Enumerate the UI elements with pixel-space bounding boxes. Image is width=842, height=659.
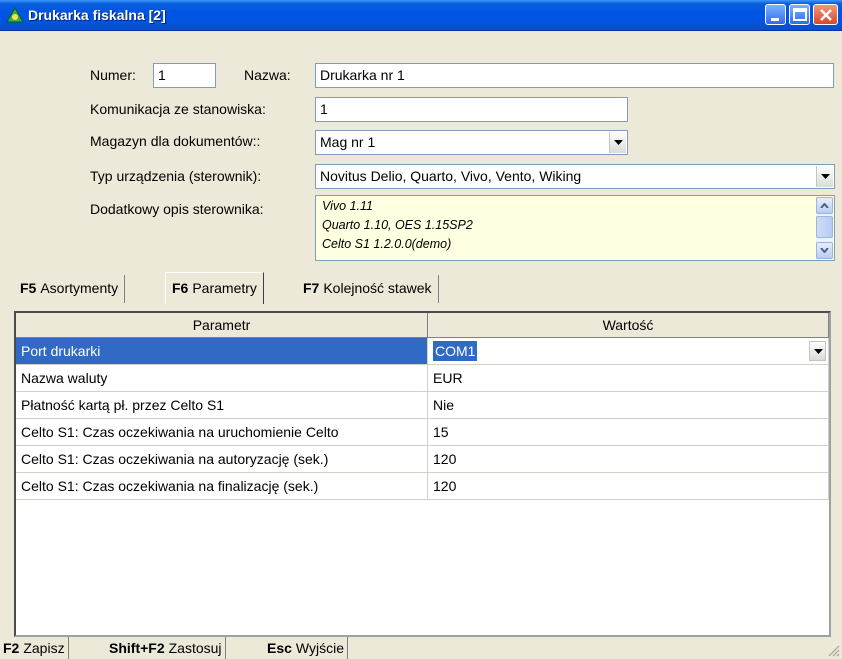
value-cell[interactable]: EUR: [428, 365, 829, 392]
tab-key: F6: [172, 280, 189, 296]
exit-button[interactable]: Esc Wyjście: [264, 637, 349, 659]
shortcut-key: Shift+F2: [109, 640, 165, 656]
value-cell[interactable]: 120: [428, 473, 829, 500]
minimize-button[interactable]: [765, 4, 786, 25]
shortcut-label: Zastosuj: [168, 640, 222, 656]
tab-kolejnosc-stawek[interactable]: F7 Kolejność stawek: [297, 275, 439, 303]
apply-button[interactable]: Shift+F2 Zastosuj: [106, 637, 226, 659]
value-cell[interactable]: 120: [428, 446, 829, 473]
shortcut-bar: F2 Zapisz Shift+F2 Zastosuj Esc Wyjście: [0, 637, 842, 659]
shortcut-key: F2: [3, 640, 20, 656]
scroll-thumb[interactable]: [816, 216, 833, 238]
scroll-down-button[interactable]: [816, 242, 833, 259]
close-button[interactable]: [813, 4, 838, 25]
opis-scrollbar[interactable]: [816, 197, 833, 259]
shortcut-label: Zapisz: [23, 640, 65, 656]
typ-select[interactable]: Novitus Delio, Quarto, Vivo, Vento, Wiki…: [315, 164, 835, 189]
maximize-button[interactable]: [789, 4, 810, 25]
header-wartosc[interactable]: Wartość: [428, 313, 829, 337]
minimize-icon: [771, 18, 779, 21]
magazyn-dropdown-button[interactable]: [609, 132, 626, 153]
komunikacja-input[interactable]: 1: [315, 97, 628, 122]
value-cell[interactable]: 15: [428, 419, 829, 446]
nazwa-label: Nazwa:: [244, 67, 291, 83]
header-parametr[interactable]: Parametr: [16, 313, 428, 337]
numer-input[interactable]: 1: [153, 63, 216, 88]
dropdown-arrow-icon: [821, 174, 830, 179]
resize-grip-icon[interactable]: [828, 645, 840, 657]
value-cell[interactable]: COM1: [428, 338, 829, 365]
table-row[interactable]: Celto S1: Czas oczekiwania na finalizacj…: [16, 473, 829, 500]
param-cell[interactable]: Celto S1: Czas oczekiwania na finalizacj…: [16, 473, 428, 500]
param-cell[interactable]: Celto S1: Czas oczekiwania na uruchomien…: [16, 419, 428, 446]
tab-label: Asortymenty: [40, 280, 119, 296]
tab-asortymenty[interactable]: F5 Asortymenty: [14, 275, 126, 303]
table-row[interactable]: Port drukarki COM1: [16, 338, 829, 365]
app-icon: [6, 6, 24, 23]
param-cell[interactable]: Nazwa waluty: [16, 365, 428, 392]
window-title: Drukarka fiskalna [2]: [28, 7, 166, 23]
parameters-grid[interactable]: Parametr Wartość Port drukarki COM1 Nazw…: [14, 311, 831, 637]
shortcut-key: Esc: [267, 640, 292, 656]
title-bar[interactable]: Drukarka fiskalna [2]: [0, 0, 842, 31]
table-row[interactable]: Celto S1: Czas oczekiwania na uruchomien…: [16, 419, 829, 446]
value-editor[interactable]: COM1: [433, 341, 478, 361]
opis-memo[interactable]: Vivo 1.11 Quarto 1.10, OES 1.15SP2 Celto…: [315, 195, 835, 261]
magazyn-select[interactable]: Mag nr 1: [315, 130, 628, 155]
dropdown-arrow-icon: [614, 140, 623, 145]
maximize-icon: [793, 8, 807, 21]
nazwa-input[interactable]: Drukarka nr 1: [315, 63, 834, 88]
typ-select-value: Novitus Delio, Quarto, Vivo, Vento, Wiki…: [320, 168, 582, 184]
grid-header: Parametr Wartość: [16, 313, 829, 338]
typ-dropdown-button[interactable]: [816, 166, 833, 187]
table-row[interactable]: Nazwa waluty EUR: [16, 365, 829, 392]
tab-label: Parametry: [192, 280, 257, 296]
opis-line: Vivo 1.11: [322, 199, 373, 213]
tab-label: Kolejność stawek: [323, 280, 432, 296]
magazyn-label: Magazyn dla dokumentów::: [90, 133, 261, 149]
param-cell[interactable]: Port drukarki: [16, 338, 428, 365]
table-row[interactable]: Celto S1: Czas oczekiwania na autoryzacj…: [16, 446, 829, 473]
scroll-up-button[interactable]: [816, 197, 833, 214]
dropdown-arrow-icon: [814, 349, 823, 354]
tab-key: F5: [20, 280, 37, 296]
value-cell[interactable]: Nie: [428, 392, 829, 419]
param-cell[interactable]: Celto S1: Czas oczekiwania na autoryzacj…: [16, 446, 428, 473]
param-cell[interactable]: Płatność kartą pł. przez Celto S1: [16, 392, 428, 419]
tab-parametry[interactable]: F6 Parametry: [165, 272, 264, 304]
typ-label: Typ urządzenia (sterownik):: [90, 168, 262, 184]
scroll-up-icon: [820, 203, 829, 208]
opis-line: Quarto 1.10, OES 1.15SP2: [322, 218, 473, 232]
table-row[interactable]: Płatność kartą pł. przez Celto S1 Nie: [16, 392, 829, 419]
shortcut-label: Wyjście: [295, 640, 345, 656]
opis-label: Dodatkowy opis sterownika:: [90, 201, 264, 217]
save-button[interactable]: F2 Zapisz: [0, 637, 69, 659]
tab-key: F7: [303, 280, 320, 296]
numer-label: Numer:: [90, 67, 136, 83]
scroll-down-icon: [820, 248, 829, 253]
magazyn-select-value: Mag nr 1: [320, 134, 376, 150]
port-dropdown-button[interactable]: [809, 341, 826, 361]
opis-line: Celto S1 1.2.0.0(demo): [322, 237, 452, 251]
komunikacja-label: Komunikacja ze stanowiska:: [90, 101, 266, 117]
close-icon: [820, 9, 832, 21]
